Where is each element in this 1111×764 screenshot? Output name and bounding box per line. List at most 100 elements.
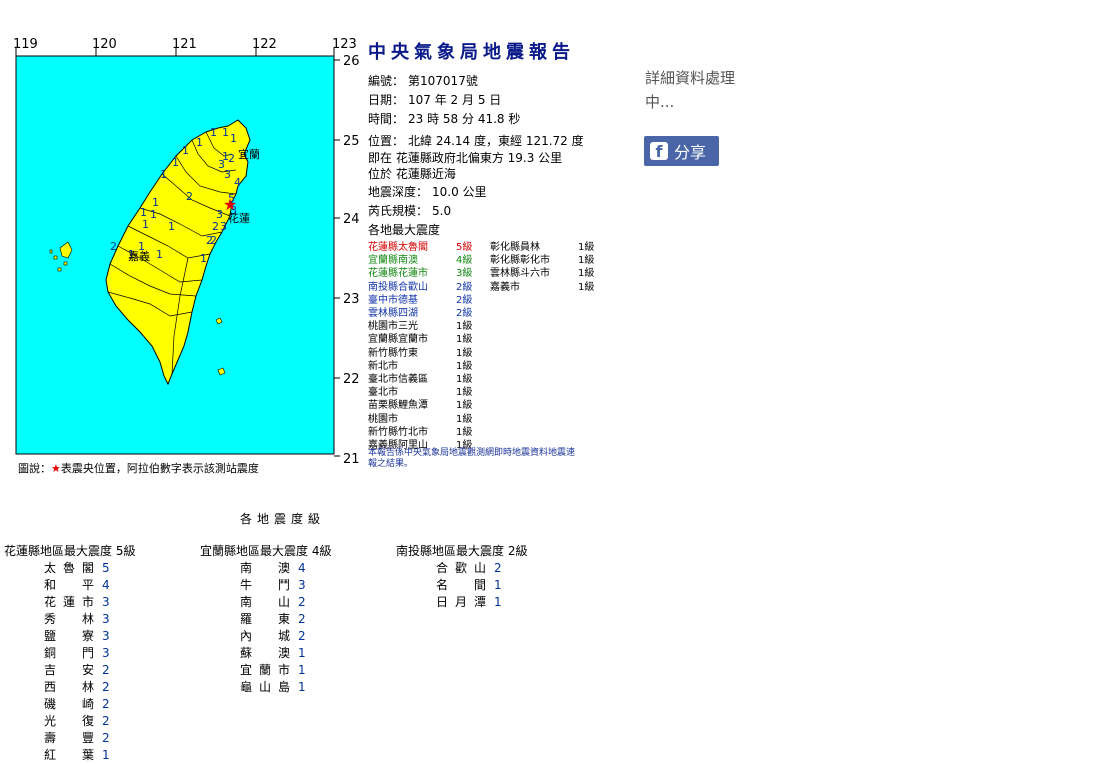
intensity-station: 彰化縣員林	[490, 242, 540, 253]
region-header: 花蓮縣地區最大震度 5級	[4, 544, 136, 558]
intensity-station: 宜蘭縣宜蘭市	[368, 334, 428, 346]
station-name: 秀林	[44, 612, 94, 626]
info-row-area: 位於 花蓮縣近海	[368, 166, 648, 183]
station-intensity: 4	[102, 578, 110, 592]
info-value: 各地最大震度	[368, 223, 441, 237]
station-name: 日月潭	[436, 595, 486, 609]
station-mark: 3	[224, 168, 231, 181]
station-name: 宜蘭市	[240, 663, 290, 677]
station-mark: 1	[200, 252, 207, 265]
info-key: 芮氏規模：	[368, 204, 429, 218]
station-row: 壽豐 2	[4, 730, 135, 747]
info-value: 北緯 24.14 度，東經 121.72 度	[408, 134, 584, 148]
station-mark: 2	[110, 240, 117, 253]
lon-label-122: 122	[252, 37, 277, 52]
info-row-max-intensity-heading: 各地最大震度	[368, 221, 648, 240]
station-intensity: 2	[102, 697, 110, 711]
station-name: 鹽寮	[44, 629, 94, 643]
station-row: 宜蘭市 1	[200, 662, 331, 679]
station-name: 內城	[240, 629, 290, 643]
info-row-location: 位置： 北緯 24.14 度，東經 121.72 度	[368, 132, 648, 151]
info-row-date: 日期： 107 年 2 月 5 日	[368, 91, 648, 110]
station-mark: 2	[186, 190, 193, 203]
lon-label-123: 123	[332, 37, 357, 52]
station-name: 紅葉	[44, 748, 94, 762]
region-hualien: 花蓮縣地區最大震度 5級 太魯閣 5 和平 4 花蓮市 3 秀林 3 鹽寮 3 銅門 3 吉安 2 西林 2 磯崎…	[4, 542, 135, 764]
intensity-station: 南投縣合歡山	[368, 281, 428, 293]
station-name: 西林	[44, 680, 94, 694]
facebook-share-button[interactable]: f 分享	[644, 136, 719, 166]
station-intensity: 4	[298, 561, 306, 575]
station-row: 鹽寮 3	[4, 628, 135, 645]
station-name: 和平	[44, 578, 94, 592]
station-mark: 1	[182, 144, 189, 157]
info-row-depth: 地震深度： 10.0 公里	[368, 183, 648, 202]
intensity-list-item: 花蓮縣太魯閣 5級	[368, 241, 472, 254]
info-row-relative: 即在 花蓮縣政府北偏東方 19.3 公里	[368, 151, 648, 166]
intensity-level: 5級	[456, 242, 473, 253]
lat-label-21: 21	[343, 452, 360, 467]
region-nantou: 南投縣地區最大震度 2級 合歡山 2 名間 1 日月潭 1	[396, 542, 527, 611]
detail-status-text: 詳細資料處理中...	[645, 69, 736, 111]
max-intensity-list: 花蓮縣太魯閣 5級 宜蘭縣南澳 4級 花蓮縣花蓮市 3級 南投縣合歡山 2級 臺中市德基 2級 雲林…	[368, 241, 648, 453]
region-yilan: 宜蘭縣地區最大震度 4級 南澳 4 牛鬥 3 南山 2 羅東 2 內城 2 蘇澳 1 宜蘭市 1 龜山島 1	[200, 542, 331, 696]
intensity-station: 彰化縣彰化市	[490, 255, 550, 267]
station-name: 南澳	[240, 561, 290, 575]
lon-label-120: 120	[92, 37, 117, 52]
intensity-level: 1級	[578, 242, 595, 253]
station-name: 磯崎	[44, 697, 94, 711]
info-row-time: 時間： 23 時 58 分 41.8 秒	[368, 110, 648, 129]
station-row: 牛鬥 3	[200, 577, 331, 594]
station-name: 名間	[436, 578, 486, 592]
intensity-station: 宜蘭縣南澳	[368, 255, 418, 267]
intensity-station: 桃園市三光	[368, 321, 418, 333]
station-mark: 1	[210, 126, 217, 139]
intensity-list-item: 宜蘭縣南澳 4級	[368, 254, 472, 267]
station-intensity: 2	[102, 731, 110, 745]
intensity-level: 2級	[456, 294, 473, 306]
city-label-yilan: 宜蘭	[238, 147, 260, 161]
lat-axis: 26 25 24 23 22 21	[334, 54, 360, 467]
intensity-level: 1級	[456, 413, 473, 425]
intensity-list-item: 桃園市 1級	[368, 413, 472, 426]
station-name: 吉安	[44, 663, 94, 677]
region-header: 南投縣地區最大震度 2級	[396, 544, 528, 558]
intensity-level: 4級	[456, 255, 473, 267]
station-mark: 1	[150, 208, 157, 221]
station-mark: 1	[160, 168, 167, 181]
station-name: 合歡山	[436, 561, 486, 575]
station-mark: 2	[206, 234, 213, 247]
lat-label-23: 23	[343, 292, 360, 307]
info-row-magnitude: 芮氏規模： 5.0	[368, 202, 648, 221]
intensity-level: 1級	[456, 374, 473, 385]
station-mark: 1	[142, 218, 149, 231]
intensity-level: 2級	[456, 308, 473, 319]
intensity-station: 嘉義市	[490, 281, 520, 293]
station-name: 壽豐	[44, 731, 94, 745]
station-name: 花蓮市	[44, 595, 94, 609]
intensity-list-item: 臺北市 1級	[368, 386, 472, 399]
station-row: 合歡山 2	[396, 560, 527, 577]
intensity-level: 1級	[456, 360, 473, 372]
legend-star-icon: ★	[51, 462, 61, 475]
station-intensity: 1	[494, 578, 502, 592]
station-row: 秀林 3	[4, 611, 135, 628]
station-intensity: 2	[102, 663, 110, 677]
intensity-map: 119 120 121 122 123 26 25 24 23 22 21 1 …	[10, 36, 370, 476]
info-value: 107 年 2 月 5 日	[408, 93, 502, 107]
station-intensity: 2	[298, 595, 306, 609]
station-name: 光復	[44, 714, 94, 728]
station-name: 龜山島	[240, 680, 290, 694]
intensity-level: 1級	[578, 255, 595, 267]
station-intensity: 3	[102, 595, 110, 609]
station-mark: 3	[220, 220, 227, 233]
map-svg: 119 120 121 122 123 26 25 24 23 22 21 1 …	[13, 37, 360, 467]
intensity-list-item: 花蓮縣花蓮市 3級	[368, 267, 472, 280]
intensity-list-item: 新北市 1級	[368, 360, 472, 373]
station-intensity: 3	[102, 612, 110, 626]
intensity-station: 臺北市信義區	[368, 374, 428, 385]
intensity-level: 1級	[456, 387, 473, 399]
station-intensity: 5	[102, 561, 110, 575]
station-intensity: 1	[298, 646, 306, 660]
intensity-level: 3級	[456, 268, 473, 280]
